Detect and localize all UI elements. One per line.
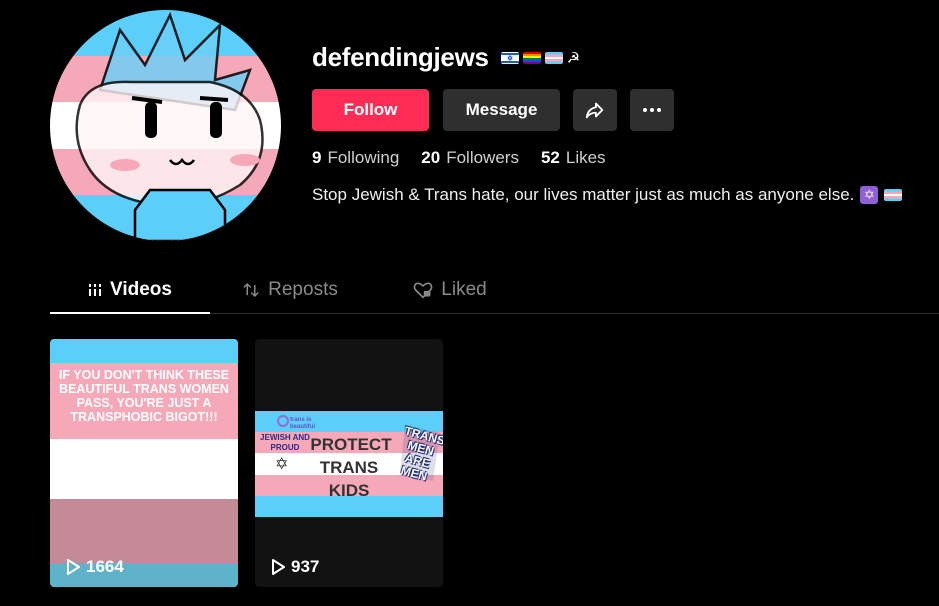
- more-icon: [643, 108, 661, 112]
- profile-avatar[interactable]: [50, 10, 281, 241]
- banner-text-trans: TRANS: [319, 458, 379, 477]
- israel-flag-icon: [500, 51, 519, 64]
- rainbow-flag-icon: [522, 51, 541, 64]
- following-label: Following: [327, 148, 400, 167]
- view-count: 1664: [66, 557, 124, 577]
- view-count: 937: [271, 557, 319, 577]
- trans-flag-icon: [544, 51, 563, 64]
- bio-text: Stop Jewish & Trans hate, our lives matt…: [312, 185, 855, 204]
- share-button[interactable]: [573, 89, 617, 131]
- view-count-value: 1664: [86, 557, 124, 576]
- flag-icons: ☭: [500, 49, 580, 67]
- message-button[interactable]: Message: [443, 89, 560, 131]
- banner-text-kids: KIDS: [328, 481, 370, 500]
- followers-stat[interactable]: 20 Followers: [421, 148, 519, 168]
- tab-reposts-label: Reposts: [268, 278, 338, 300]
- profile-stats: 9 Following 20 Followers 52 Likes: [312, 148, 606, 168]
- followers-label: Followers: [446, 148, 519, 167]
- video-overlay-text: IF YOU DON'T THINK THESE BEAUTIFUL TRANS…: [58, 368, 230, 424]
- play-icon: [67, 559, 80, 575]
- likes-count: 52: [540, 148, 560, 167]
- username: defendingjews: [312, 42, 489, 72]
- tab-liked-label: Liked: [441, 278, 487, 300]
- grid-icon: [89, 283, 102, 296]
- svg-text:✡: ✡: [275, 454, 288, 473]
- likes-stat: 52 Likes: [541, 148, 606, 168]
- followers-count: 20: [421, 148, 441, 167]
- video-card[interactable]: IF YOU DON'T THINK THESE BEAUTIFUL TRANS…: [50, 339, 238, 587]
- following-count: 9: [312, 148, 322, 167]
- video-thumbnail: ✡ trans is beautiful JEWISH AND PROUD PR…: [255, 411, 443, 517]
- view-count-value: 937: [291, 557, 320, 576]
- profile-tabs: Videos Reposts Liked: [50, 266, 939, 314]
- banner-text-protect: PROTECT: [310, 435, 392, 454]
- repost-icon: [243, 282, 259, 297]
- tab-reposts[interactable]: Reposts: [210, 266, 370, 313]
- sticker-trans-beautiful: trans is beautiful: [290, 417, 315, 430]
- more-options-button[interactable]: [630, 89, 674, 131]
- play-icon: [272, 559, 285, 575]
- video-card[interactable]: ✡ trans is beautiful JEWISH AND PROUD PR…: [255, 339, 443, 587]
- follow-button[interactable]: Follow: [312, 89, 429, 131]
- tab-videos[interactable]: Videos: [50, 266, 210, 314]
- share-icon: [585, 102, 604, 119]
- profile-bio: Stop Jewish & Trans hate, our lives matt…: [312, 185, 903, 205]
- likes-label: Likes: [565, 148, 606, 167]
- heart-lock-icon: [413, 282, 433, 299]
- following-stat[interactable]: 9 Following: [312, 148, 399, 168]
- hammer-sickle-icon: ☭: [566, 49, 580, 67]
- profile-header: defendingjews ☭: [312, 42, 580, 73]
- star-of-david-icon: ✡: [860, 186, 879, 204]
- tab-liked[interactable]: Liked: [370, 266, 530, 313]
- trans-flag-icon: [884, 189, 903, 201]
- tab-videos-label: Videos: [110, 278, 172, 300]
